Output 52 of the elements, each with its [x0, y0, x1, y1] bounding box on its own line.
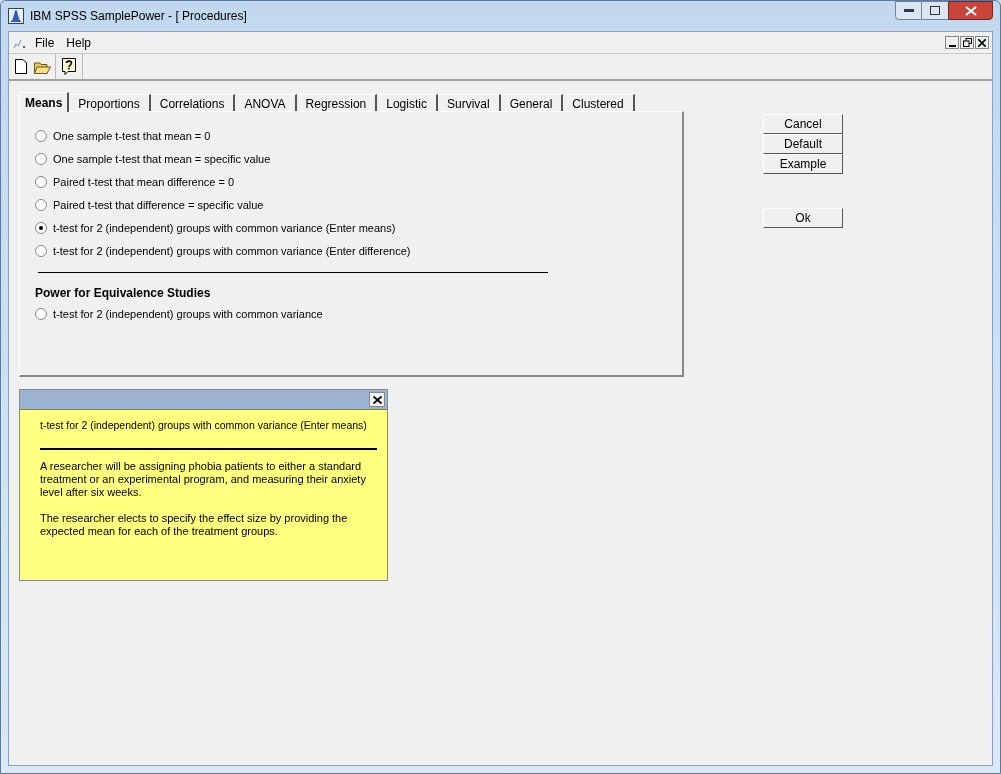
close-icon	[964, 5, 977, 16]
close-button[interactable]	[948, 1, 993, 20]
radio-button[interactable]	[35, 153, 47, 165]
radio-button[interactable]	[35, 176, 47, 188]
window-title: IBM SPSS SamplePower - [ Procedures]	[30, 8, 247, 25]
help-title: t-test for 2 (independent) groups with common variance (Enter means)	[40, 418, 368, 433]
tab[interactable]: Regression	[296, 94, 378, 111]
ok-button[interactable]: Ok	[763, 208, 843, 228]
help-icon	[62, 58, 76, 75]
radio-button[interactable]	[35, 199, 47, 211]
option-label[interactable]: t-test for 2 (independent) groups with common variance (Enter means)	[53, 219, 396, 237]
tab[interactable]: Proportions	[69, 94, 151, 111]
radio-button[interactable]	[35, 245, 47, 257]
menu-item[interactable]: File	[29, 33, 61, 52]
option-label[interactable]: Paired t-test that mean difference = 0	[53, 173, 235, 191]
radio-button[interactable]	[35, 130, 47, 142]
option-label[interactable]: Paired t-test that difference = specific value	[53, 196, 264, 214]
minimize-icon	[948, 45, 956, 47]
close-button[interactable]	[369, 392, 385, 407]
maximize-icon	[930, 6, 940, 15]
radio-button[interactable]	[35, 222, 47, 234]
action-button[interactable]: Example	[763, 154, 843, 174]
help-button[interactable]	[61, 57, 77, 76]
tab[interactable]: ANOVA	[235, 94, 297, 111]
app-icon	[8, 8, 24, 24]
help-paragraph: The researcher elects to specify the effect size by providing the expected mean for each of the treatment groups.	[40, 511, 349, 538]
restore-icon	[962, 38, 972, 47]
tab[interactable]: Means	[19, 92, 70, 112]
close-button[interactable]	[975, 36, 989, 49]
minimize-button[interactable]	[945, 36, 959, 49]
minimize-button[interactable]	[895, 1, 922, 20]
close-icon	[978, 38, 986, 47]
tab[interactable]: Logistic	[377, 94, 438, 111]
restore-button[interactable]	[960, 36, 974, 49]
menu-item[interactable]: Help	[60, 33, 98, 52]
tab[interactable]: Correlations	[150, 94, 236, 111]
option-label[interactable]: One sample t-test that mean = 0	[53, 127, 211, 145]
tab[interactable]: Survival	[437, 94, 501, 111]
tab[interactable]: Clustered	[563, 94, 635, 111]
minimize-icon	[903, 8, 914, 13]
close-icon	[372, 395, 382, 404]
help-paragraph: A researcher will be assigning phobia patients to either a standard treatment or an experimental program, and measuring their anxiety level after six weeks.	[40, 459, 367, 499]
option-label[interactable]: t-test for 2 (independent) groups with common variance	[53, 305, 323, 323]
maximize-button[interactable]	[922, 1, 948, 20]
option-label[interactable]: One sample t-test that mean = specific value	[53, 150, 271, 168]
section-heading: Power for Equivalence Studies	[35, 285, 212, 300]
action-button[interactable]: Cancel	[763, 114, 843, 134]
radio-button[interactable]	[35, 308, 47, 320]
option-label[interactable]: t-test for 2 (independent) groups with common variance (Enter difference)	[53, 242, 411, 260]
tab[interactable]: General	[500, 94, 564, 111]
action-button[interactable]: Default	[763, 134, 843, 154]
folder-icon	[33, 59, 51, 74]
